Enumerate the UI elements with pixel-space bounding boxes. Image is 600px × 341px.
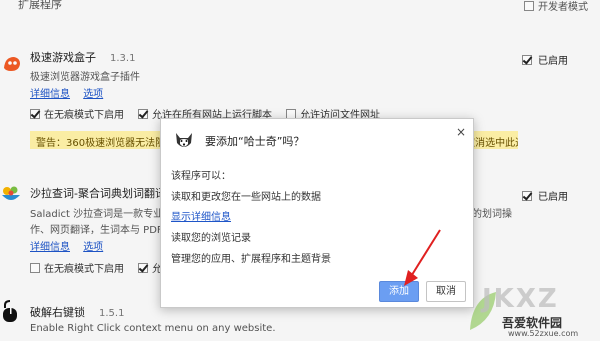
show-details-link[interactable]: 显示详细信息: [171, 208, 231, 223]
permission-site-data: 读取和更改您在一些网站上的数据: [171, 192, 321, 203]
permission-manage-apps: 管理您的应用、扩展程序和主题背景: [171, 254, 331, 265]
dialog-title: 要添加“哈士奇”吗？: [205, 135, 305, 148]
annotation-arrow: [404, 229, 441, 286]
permissions-intro: 该程序可以：: [171, 171, 231, 182]
watermark-url: www.52zxue.com: [508, 329, 579, 338]
watermark-logo-text: JKXZ: [482, 284, 559, 314]
site-watermark: JKXZ 吾爱软件园 www.52zxue.com: [462, 284, 600, 341]
close-icon[interactable]: ×: [456, 125, 466, 139]
husky-icon: [176, 133, 192, 147]
permission-history: 读取您的浏览记录: [171, 233, 251, 244]
